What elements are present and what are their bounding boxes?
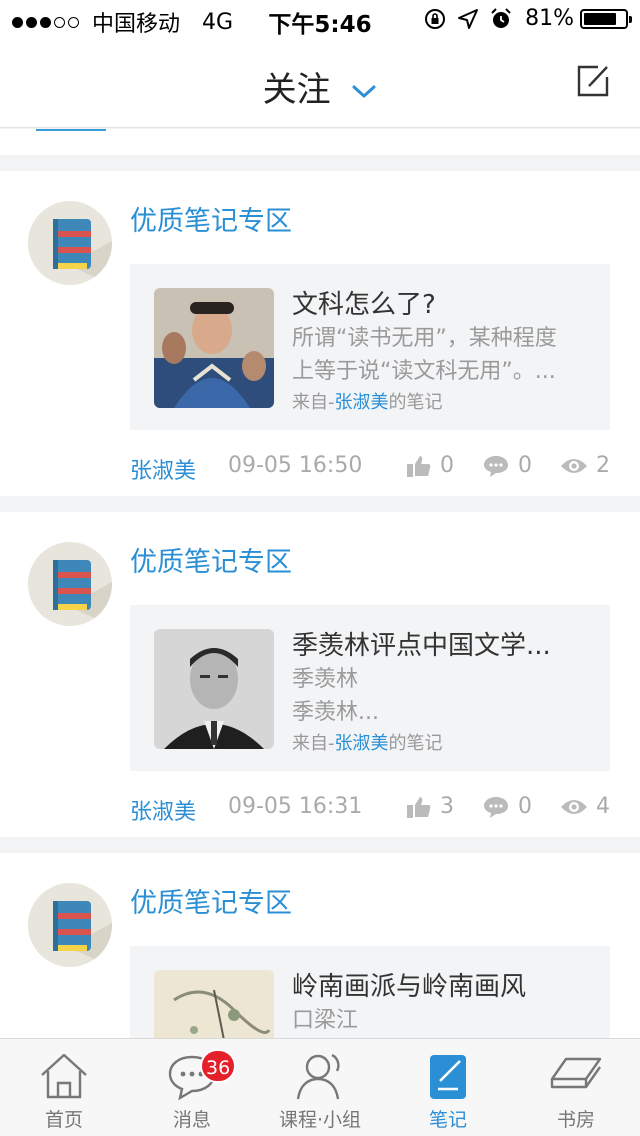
course-group-icon [296, 1053, 340, 1100]
tab-label: 笔记 [428, 1109, 467, 1131]
like-button[interactable]: 3 [406, 794, 454, 819]
note-excerpt: 口梁江 [292, 1004, 592, 1037]
eye-icon [561, 458, 587, 473]
battery-percent: 81% [525, 6, 574, 31]
comment-icon [484, 455, 508, 477]
previous-card-end [0, 129, 640, 155]
study-icon [550, 1057, 602, 1089]
post-date: 09-05 16:31 [228, 794, 363, 819]
location-icon [458, 8, 479, 29]
tab-label: 书房 [556, 1109, 595, 1131]
screen: 中国移动 4G 下午5:46 81% 关注 优质笔记专区 文科怎么了? 所谓“读… [0, 0, 640, 1136]
source-suffix: 的笔记 [388, 392, 443, 413]
note-thumbnail [154, 629, 274, 749]
eye-icon [561, 799, 587, 814]
feed: 优质笔记专区 文科怎么了? 所谓“读书无用”，某种程度 上等于说“读文科无用”。… [0, 129, 640, 1136]
author-link[interactable]: 张淑美 [130, 453, 196, 485]
tab-label: 课程·小组 [278, 1109, 362, 1131]
tab-messages[interactable]: 36 消息 [128, 1039, 256, 1136]
tab-home[interactable]: 首页 [0, 1039, 128, 1136]
like-count: 3 [440, 794, 454, 819]
rotation-lock-icon [425, 8, 446, 29]
battery-icon [580, 8, 632, 29]
source-prefix: 来自- [292, 733, 335, 754]
card-footer: 张淑美 09-05 16:31 3 0 4 [130, 794, 610, 826]
tab-bar: 首页 36 消息 课程·小组 笔记 书房 [0, 1038, 640, 1136]
status-right: 81% [413, 6, 632, 31]
quoted-note[interactable]: 季羡林评点中国文学... 季羡林 季羡林... 来自-张淑美的笔记 [130, 605, 610, 771]
card-tag[interactable]: 优质笔记专区 [130, 881, 292, 920]
unread-badge: 36 [200, 1049, 237, 1083]
tab-label: 首页 [44, 1109, 83, 1131]
notebook-avatar [28, 542, 112, 626]
chevron-down-icon [352, 85, 376, 97]
feed-filter-dropdown[interactable]: 关注 [0, 62, 640, 111]
alarm-icon [491, 7, 511, 28]
note-excerpt: 季羡林 季羡林... [292, 663, 592, 729]
comment-icon [484, 796, 508, 818]
comment-count: 0 [518, 794, 532, 819]
tab-notes[interactable]: 笔记 [384, 1039, 512, 1136]
excerpt-line: 口梁江 [292, 1008, 359, 1033]
note-title: 岭南画派与岭南画风 [292, 972, 527, 1002]
note-icon [430, 1055, 466, 1099]
compose-button[interactable] [576, 64, 610, 102]
source-prefix: 来自- [292, 392, 335, 413]
like-count: 0 [440, 453, 454, 478]
compose-icon [577, 65, 609, 97]
post-date: 09-05 16:50 [228, 453, 363, 478]
note-card[interactable]: 优质笔记专区 季羡林评点中国文学... 季羡林 季羡林... 来自-张淑美的笔记… [0, 512, 640, 837]
notebook-icon [53, 560, 112, 626]
note-source: 来自-张淑美的笔记 [292, 388, 443, 414]
quoted-note[interactable]: 文科怎么了? 所谓“读书无用”，某种程度 上等于说“读文科无用”。... 来自-… [130, 264, 610, 430]
author-link[interactable]: 张淑美 [130, 794, 196, 826]
excerpt-line: 季羡林 [292, 667, 359, 692]
home-icon [41, 1053, 87, 1099]
notebook-icon [53, 219, 112, 285]
excerpt-line: 季羡林... [292, 700, 379, 725]
view-stat: 2 [560, 453, 610, 478]
notebook-icon [53, 901, 112, 967]
source-suffix: 的笔记 [388, 733, 443, 754]
note-title: 季羡林评点中国文学... [292, 631, 551, 661]
card-tag[interactable]: 优质笔记专区 [130, 199, 292, 238]
card-footer: 张淑美 09-05 16:50 0 0 2 [130, 453, 610, 485]
tab-study[interactable]: 书房 [512, 1039, 640, 1136]
note-title: 文科怎么了? [292, 290, 436, 320]
source-author-link[interactable]: 张淑美 [335, 392, 389, 413]
thumbs-up-icon [407, 455, 431, 477]
note-thumbnail [154, 288, 274, 408]
source-author-link[interactable]: 张淑美 [335, 733, 389, 754]
notebook-avatar [28, 883, 112, 967]
view-count: 4 [596, 794, 610, 819]
view-stat: 4 [560, 794, 610, 819]
battery-fill [584, 12, 617, 25]
tab-label: 消息 [172, 1109, 211, 1131]
thumbs-up-icon [407, 796, 431, 818]
comment-button[interactable]: 0 [482, 794, 532, 819]
excerpt-line: 所谓“读书无用”，某种程度 [292, 326, 557, 351]
nav-bar: 关注 [0, 40, 640, 128]
nav-title: 关注 [262, 70, 331, 110]
notebook-avatar [28, 201, 112, 285]
comment-count: 0 [518, 453, 532, 478]
tab-course-group[interactable]: 课程·小组 [256, 1039, 384, 1136]
view-count: 2 [596, 453, 610, 478]
excerpt-line: 上等于说“读文科无用”。... [292, 359, 556, 384]
status-bar: 中国移动 4G 下午5:46 81% [0, 0, 640, 40]
card-tag[interactable]: 优质笔记专区 [130, 540, 292, 579]
note-excerpt: 所谓“读书无用”，某种程度 上等于说“读文科无用”。... [292, 322, 592, 388]
note-source: 来自-张淑美的笔记 [292, 729, 443, 755]
comment-button[interactable]: 0 [482, 453, 532, 478]
note-card[interactable]: 优质笔记专区 文科怎么了? 所谓“读书无用”，某种程度 上等于说“读文科无用”。… [0, 171, 640, 496]
like-button[interactable]: 0 [406, 453, 454, 478]
